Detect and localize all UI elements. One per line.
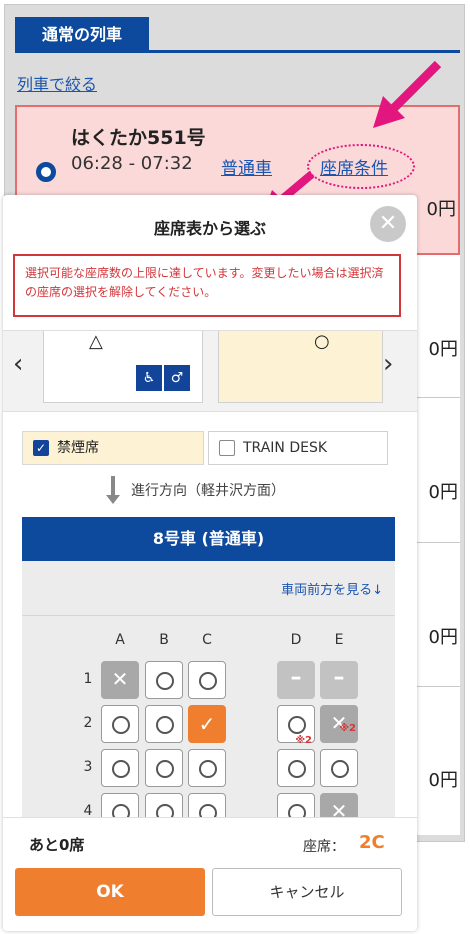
chevron-right-icon[interactable]: › [383,349,393,379]
seat-1D: – [277,661,315,699]
seat-map: 車両前方を見る↓ A B C D E 1 ✕ – –2 ✓ ※2 ✕ ※2 3 4 ✕ [22,561,395,861]
cancel-button[interactable]: キャンセル [212,868,402,916]
row-label: 1 [83,671,93,687]
modal-footer: あと0席 座席： 2C OK キャンセル [3,817,417,931]
checkbox-checked-icon[interactable]: ✓ [33,440,49,456]
row-label: 3 [83,759,93,775]
column-label: C [202,632,212,648]
seat-2C[interactable]: ✓ [188,705,226,743]
seat-map-modal: 座席表から選ぶ ✕ 選択可能な座席数の上限に達しています。変更したい場合は選択済… [3,195,417,931]
seat-1E: – [320,661,358,699]
filter-label: 禁煙席 [57,440,99,456]
availability-symbol: △ [89,331,103,352]
car-header: 8号車 (普通車) [22,517,395,561]
seat-label: 座席： [303,839,345,855]
seat-3D[interactable] [277,749,315,787]
seat-note: ※2 [339,723,356,734]
seat-2E: ✕ ※2 [320,705,358,743]
seat-1C[interactable] [188,661,226,699]
column-label: E [334,632,344,648]
row-label: 2 [83,715,93,731]
seat-2A[interactable] [101,705,139,743]
filter-train-desk[interactable]: TRAIN DESK [208,431,388,465]
restroom-icon: ♿ [136,365,162,391]
seat-2B[interactable] [145,705,183,743]
modal-title: 座席表から選ぶ [153,219,266,238]
car-strip: ‹ △ ♿ ♂ ○ › [3,330,417,412]
warning-message: 選択可能な座席数の上限に達しています。変更したい場合は選択済の座席の選択を解除し… [13,254,401,317]
person-icon: ♂ [164,365,190,391]
car-thumbnail-a[interactable]: △ ♿ ♂ [43,331,203,403]
seat-note: ※2 [295,735,312,746]
divider [22,615,395,616]
filter-label: TRAIN DESK [243,440,328,456]
seat-3C[interactable] [188,749,226,787]
checkbox-unchecked-icon[interactable] [219,440,235,456]
column-label: D [290,632,302,648]
seat-3B[interactable] [145,749,183,787]
filter-non-smoking[interactable]: ✓ 禁煙席 [22,431,204,465]
arrow-pointing-seat-conditions [373,60,442,128]
chevron-left-icon[interactable]: ‹ [13,349,23,379]
seat-3A[interactable] [101,749,139,787]
column-label: B [159,632,169,648]
travel-direction: 進行方向（軽井沢方面） [131,483,285,499]
close-icon[interactable]: ✕ [370,206,406,242]
seat-1B[interactable] [145,661,183,699]
availability-symbol: ○ [314,331,330,352]
selected-seat-value: 2C [359,832,385,853]
column-label: A [115,632,125,648]
view-front-link[interactable]: 車両前方を見る↓ [281,579,383,598]
down-arrow-head-icon [106,495,120,504]
seat-2D[interactable]: ※2 [277,705,315,746]
car-thumbnail-b[interactable]: ○ [218,331,383,403]
remaining-seats: あと0席 [29,836,85,854]
seat-1A: ✕ [101,661,139,699]
seat-3E[interactable] [320,749,358,787]
ok-button[interactable]: OK [15,868,205,916]
